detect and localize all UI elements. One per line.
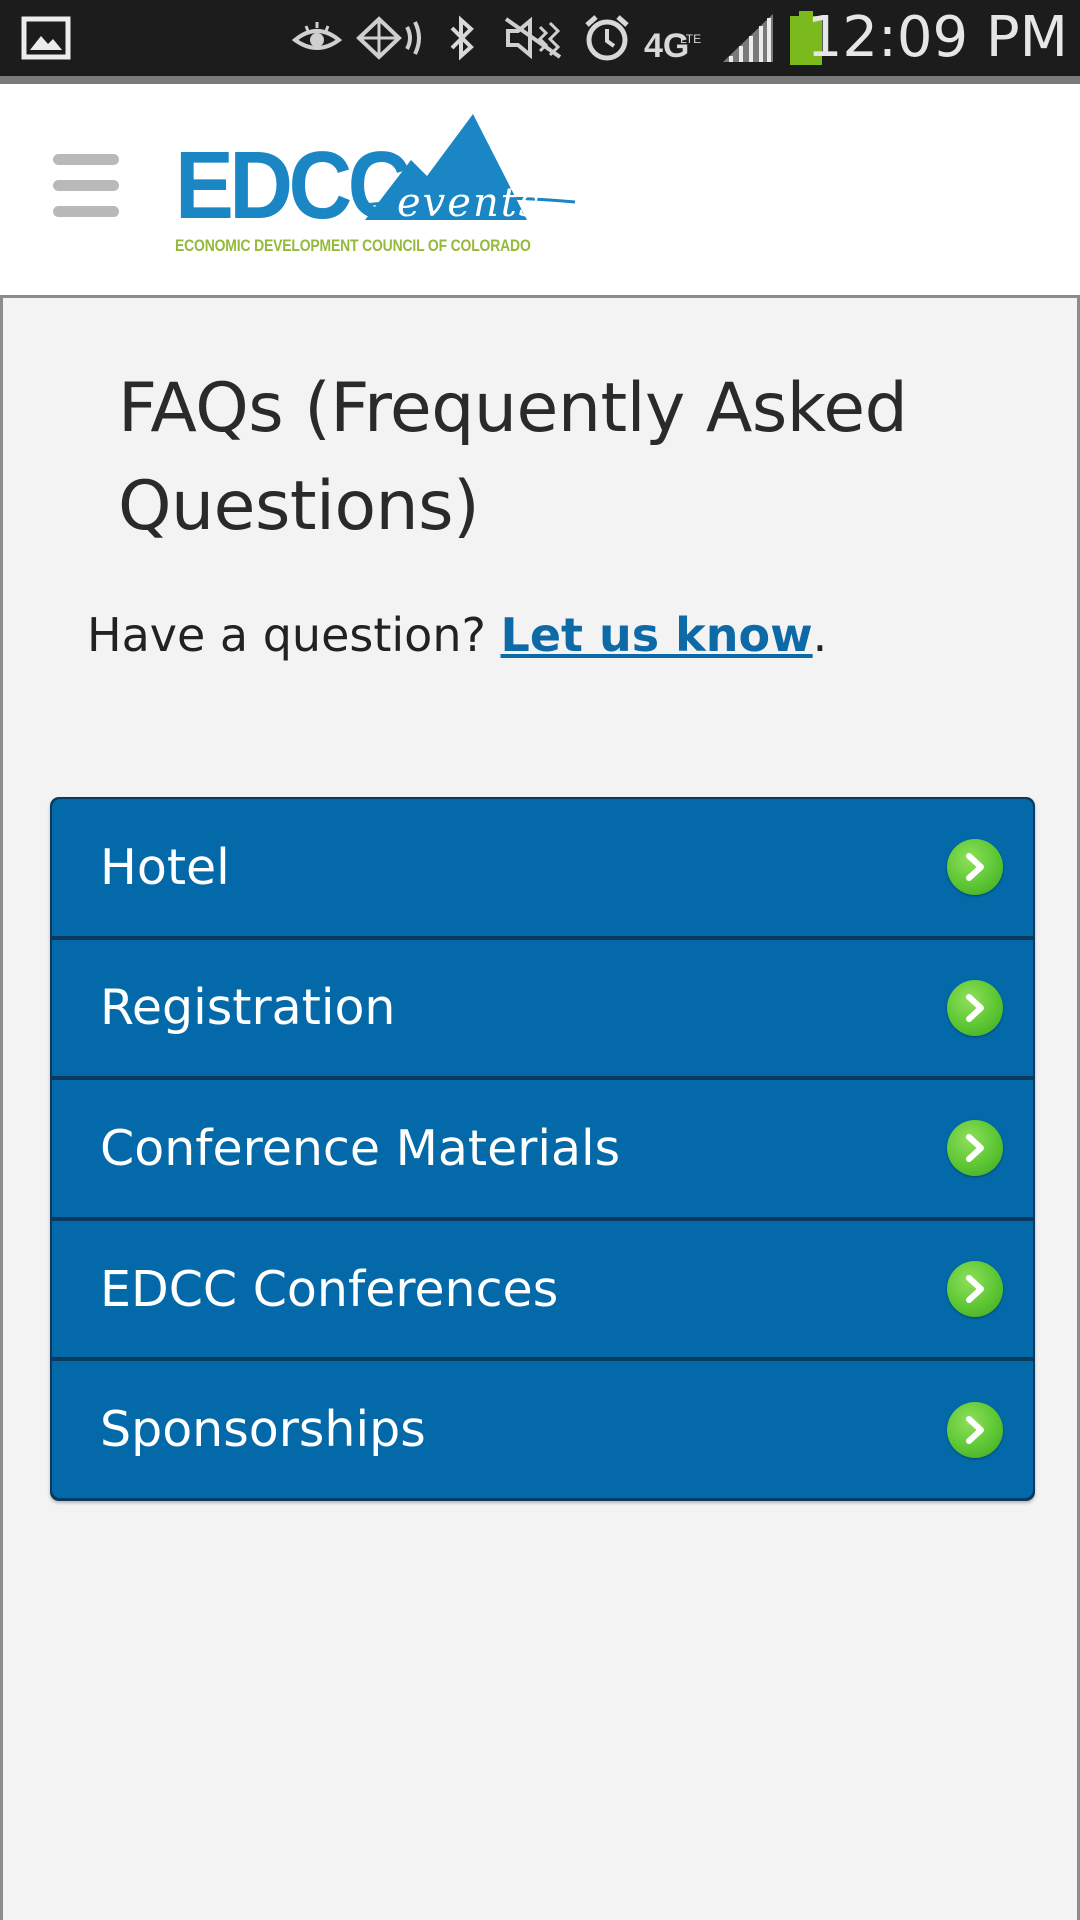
- faq-item-registration[interactable]: Registration: [52, 939, 1033, 1077]
- status-bar: 4G LTE 12:09 PM: [0, 0, 1080, 84]
- intro-period: .: [812, 608, 828, 662]
- chevron-right-icon[interactable]: [947, 1401, 1003, 1458]
- app-header: EDCC events ECONOMIC DEVELOPMENT COUNCIL…: [0, 84, 1080, 298]
- gallery-icon: [18, 0, 74, 76]
- clock: 12:09 PM: [806, 5, 1068, 70]
- faq-item-label: EDCC Conferences: [100, 1260, 559, 1318]
- faq-item-label: Registration: [100, 979, 396, 1037]
- chevron-right-icon[interactable]: [947, 1261, 1003, 1318]
- faq-list: Hotel Registration Conference Materials …: [50, 797, 1035, 1501]
- faq-item-conference-materials[interactable]: Conference Materials: [52, 1080, 1033, 1217]
- logo-wordmark: EDCC: [175, 132, 411, 239]
- mute-icon: [500, 0, 568, 76]
- eye-icon: [290, 0, 344, 76]
- faq-item-label: Conference Materials: [100, 1119, 621, 1177]
- edcc-events-logo[interactable]: EDCC events ECONOMIC DEVELOPMENT COUNCIL…: [175, 114, 601, 264]
- faq-item-edcc-conferences[interactable]: EDCC Conferences: [52, 1220, 1033, 1358]
- intro-text: Have a question? Let us know.: [87, 608, 827, 662]
- chevron-right-icon[interactable]: [947, 1120, 1003, 1177]
- faq-item-label: Hotel: [100, 838, 230, 896]
- network-subtype-label: LTE: [680, 32, 702, 46]
- logo-script: events: [397, 180, 542, 226]
- page-title: FAQs (Frequently Asked Questions): [118, 369, 908, 546]
- chevron-right-icon[interactable]: [947, 839, 1003, 896]
- signal-icon: [720, 0, 776, 76]
- faq-item-sponsorships[interactable]: Sponsorships: [52, 1361, 1033, 1498]
- bluetooth-icon: [442, 0, 482, 76]
- hamburger-icon[interactable]: [50, 154, 122, 220]
- 4g-lte-icon: 4G LTE: [644, 0, 710, 76]
- main-content: FAQs (Frequently Asked Questions) Have a…: [0, 298, 1080, 1920]
- faq-item-hotel[interactable]: Hotel: [52, 799, 1033, 936]
- logo-subtitle: ECONOMIC DEVELOPMENT COUNCIL OF COLORADO: [175, 236, 531, 255]
- contact-link[interactable]: Let us know: [501, 608, 813, 662]
- intro-question: Have a question?: [87, 608, 501, 662]
- alarm-icon: [580, 0, 634, 76]
- chevron-right-icon[interactable]: [947, 979, 1003, 1036]
- nfc-icon: [354, 0, 428, 76]
- faq-item-label: Sponsorships: [100, 1401, 426, 1459]
